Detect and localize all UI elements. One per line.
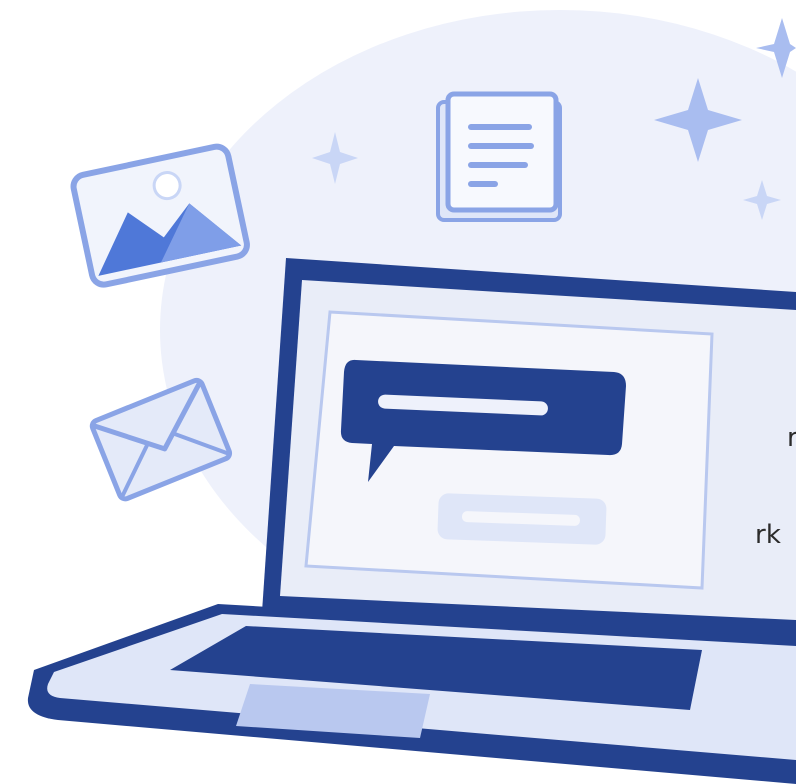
laptop-icon: [27, 258, 796, 784]
cropped-text-line-2: rk: [755, 520, 782, 550]
cropped-text-line-1: r: [787, 423, 796, 453]
illustration: [27, 10, 796, 784]
document-icon: [436, 91, 562, 222]
